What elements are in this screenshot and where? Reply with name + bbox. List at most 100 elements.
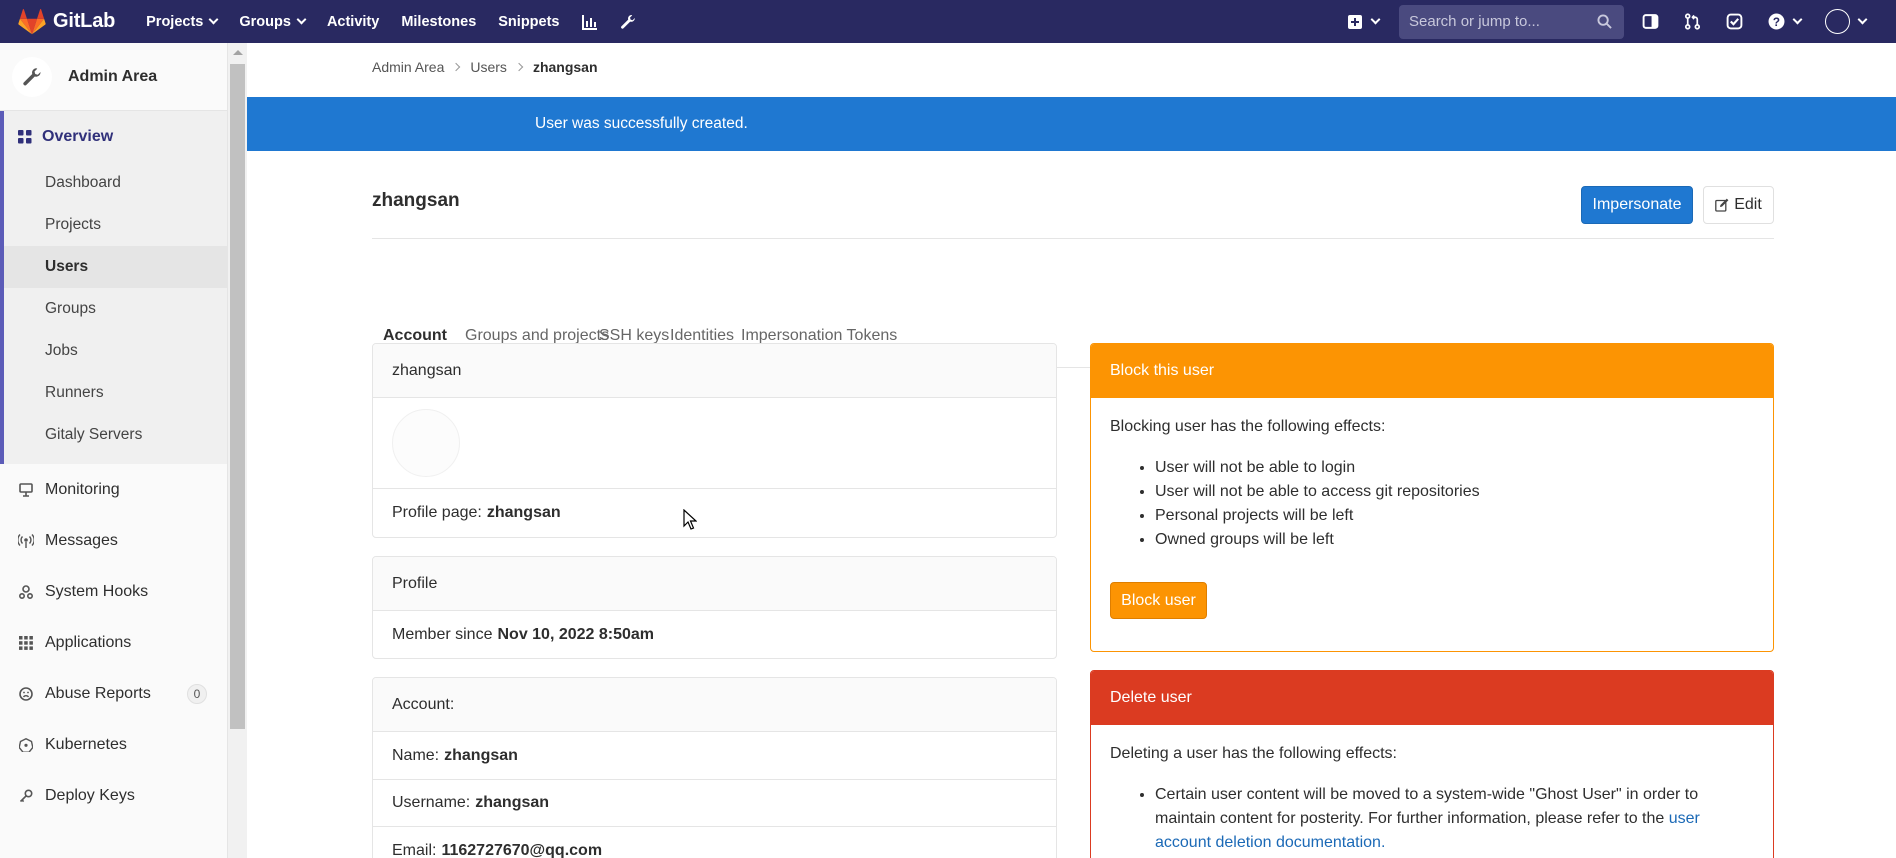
nav-activity[interactable]: Activity (327, 14, 379, 30)
sidebar: Admin Area Overview Dashboard Projects U… (0, 43, 228, 858)
sidebar-subitem-users[interactable]: Users (4, 246, 227, 288)
help-icon[interactable]: ? (1768, 13, 1803, 30)
todo-check-icon[interactable] (1726, 13, 1743, 30)
delete-effect-text: Certain user content will be moved to a … (1155, 786, 1699, 827)
sidebar-item-messages[interactable]: Messages (0, 515, 227, 566)
list-item: Personal projects will be left (1155, 504, 1754, 528)
sidebar-item-label: Applications (45, 633, 132, 651)
email-row: Email: 1162727670@qq.com (373, 827, 1056, 858)
top-navbar: GitLab Projects Groups Activity Mileston… (0, 0, 1896, 43)
profile-page-label: Profile page: (392, 504, 482, 521)
block-intro: Blocking user has the following effects: (1110, 418, 1386, 435)
sidebar-item-abuse-reports[interactable]: Abuse Reports 0 (0, 668, 227, 719)
breadcrumb: Admin Area Users zhangsan (372, 59, 598, 75)
sidebar-subitem-jobs[interactable]: Jobs (4, 330, 227, 372)
name-label: Name: (392, 746, 440, 764)
delete-user-card: Delete user Deleting a user has the foll… (1090, 670, 1774, 858)
kubernetes-icon (17, 737, 35, 752)
sidebar-item-system-hooks[interactable]: System Hooks (0, 566, 227, 617)
chart-icon[interactable] (581, 14, 598, 30)
wrench-icon[interactable] (620, 14, 636, 30)
broadcast-icon (17, 533, 35, 548)
list-item: Owned groups will be left (1155, 528, 1754, 552)
profile-page-value[interactable]: zhangsan (487, 504, 561, 522)
list-item: Certain user content will be moved to a … (1155, 783, 1754, 855)
chevron-down-icon (1370, 14, 1381, 25)
avatar-row (373, 398, 1056, 489)
nav-groups-label: Groups (239, 13, 291, 30)
sidebar-subitem-runners[interactable]: Runners (4, 372, 227, 414)
edit-button-label: Edit (1734, 196, 1762, 213)
user-avatar[interactable] (1825, 9, 1868, 34)
sidebar-scrollbar[interactable] (228, 43, 247, 858)
account-card: Account: Name: zhangsan Username: zhangs… (372, 677, 1057, 858)
nav-projects[interactable]: Projects (146, 14, 219, 30)
delete-intro: Deleting a user has the following effect… (1110, 745, 1397, 762)
scrollbar-thumb[interactable] (230, 64, 245, 729)
card-header: zhangsan (373, 344, 1056, 398)
block-user-card: Block this user Blocking user has the fo… (1090, 343, 1774, 652)
sidebar-subitem-gitaly-servers[interactable]: Gitaly Servers (4, 414, 227, 456)
breadcrumb-current[interactable]: zhangsan (533, 59, 598, 75)
gitlab-tanuki-icon (18, 8, 46, 34)
svg-text:?: ? (1773, 16, 1780, 29)
sidebar-item-label: Abuse Reports (45, 684, 151, 702)
nav-groups[interactable]: Groups (239, 13, 307, 30)
sidebar-item-overview[interactable]: Overview (4, 111, 227, 162)
email-value[interactable]: 1162727670@qq.com (441, 842, 602, 858)
sidebar-subitem-dashboard[interactable]: Dashboard (4, 162, 227, 204)
chevron-down-icon (208, 14, 219, 25)
breadcrumb-separator-icon (452, 62, 461, 72)
list-item: User will not be able to access git repo… (1155, 480, 1754, 504)
chevron-down-icon (1857, 14, 1868, 25)
flash-message: User was successfully created. (535, 115, 748, 132)
breadcrumb-admin-area[interactable]: Admin Area (372, 59, 444, 75)
overview-grid-icon (18, 129, 32, 143)
search-input[interactable] (1409, 13, 1579, 30)
sidebar-context-header[interactable]: Admin Area (0, 43, 227, 111)
search-box[interactable] (1399, 4, 1624, 39)
user-profile-card: zhangsan Profile page: zhangsan (372, 343, 1057, 538)
sidebar-item-monitoring[interactable]: Monitoring (0, 464, 227, 515)
edit-button[interactable]: Edit (1703, 186, 1774, 224)
sidebar-item-applications[interactable]: Applications (0, 617, 227, 668)
scroll-up-arrow-icon[interactable] (233, 50, 243, 55)
sidebar-item-deploy-keys[interactable]: Deploy Keys (0, 770, 227, 821)
name-row: Name: zhangsan (373, 732, 1056, 780)
sidebar-item-kubernetes[interactable]: Kubernetes (0, 719, 227, 770)
top-nav-right: ? (1347, 0, 1896, 43)
card-header: Account: (373, 678, 1056, 732)
username-label: Username: (392, 794, 471, 811)
edit-pencil-icon (1715, 198, 1729, 212)
profile-page-row: Profile page: zhangsan (373, 489, 1056, 537)
sidebar-subitem-groups[interactable]: Groups (4, 288, 227, 330)
breadcrumb-users[interactable]: Users (470, 59, 507, 75)
name-value: zhangsan (444, 746, 518, 764)
apps-grid-icon (17, 635, 35, 650)
sidebar-icon[interactable] (1642, 13, 1659, 30)
profile-info-card: Profile Member since Nov 10, 2022 8:50am (372, 556, 1057, 659)
nav-snippets[interactable]: Snippets (498, 14, 559, 30)
sidebar-item-label: Messages (45, 531, 118, 549)
impersonate-button[interactable]: Impersonate (1581, 186, 1693, 224)
member-since-value: Nov 10, 2022 8:50am (497, 625, 655, 643)
gitlab-logo[interactable]: GitLab (18, 8, 115, 35)
card-header: Profile (373, 557, 1056, 611)
merge-request-icon[interactable] (1684, 13, 1701, 30)
search-icon (1597, 14, 1612, 29)
block-user-button[interactable]: Block user (1110, 582, 1207, 619)
sidebar-item-label: Monitoring (45, 480, 120, 498)
top-nav-links: Projects Groups Activity Milestones Snip… (146, 14, 657, 30)
monitor-icon (17, 482, 35, 497)
sidebar-context-title: Admin Area (68, 67, 158, 85)
chevron-down-icon (1792, 14, 1803, 25)
nav-milestones[interactable]: Milestones (401, 14, 476, 30)
breadcrumb-separator-icon (514, 62, 524, 72)
card-header: Delete user (1091, 671, 1773, 725)
sidebar-subitem-projects[interactable]: Projects (4, 204, 227, 246)
sidebar-item-label: Kubernetes (45, 735, 127, 753)
key-icon (17, 788, 35, 803)
sidebar-item-label: System Hooks (45, 582, 149, 600)
plus-square-icon[interactable] (1347, 14, 1381, 30)
member-since-label: Member since (392, 625, 493, 643)
